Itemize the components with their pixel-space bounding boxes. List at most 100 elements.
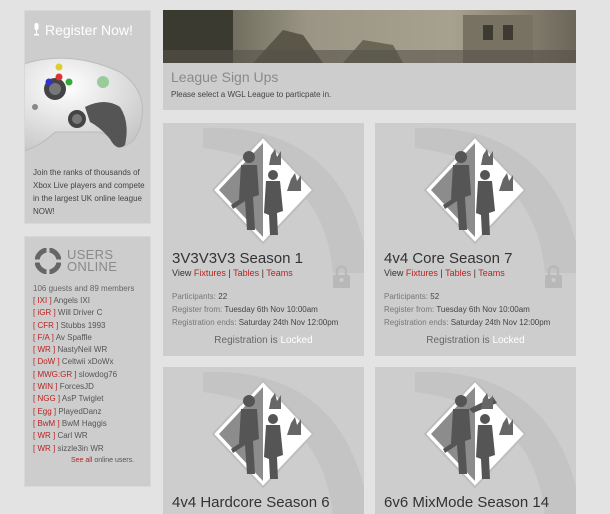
register-from-label: Register from: [384, 305, 435, 314]
participants-count: 52 [430, 292, 440, 301]
tables-link[interactable]: Tables [445, 268, 471, 278]
user-name[interactable]: Stubbs 1993 [61, 321, 106, 330]
tables-link[interactable]: Tables [233, 268, 259, 278]
status-badge: Locked [280, 335, 313, 346]
user-name[interactable]: NastyNeil WR [57, 345, 107, 354]
clan-tag: [ DoW ] [33, 357, 60, 367]
clan-tag: [ iGR ] [33, 308, 56, 318]
register-panel[interactable]: Register Now! Join the ranks of thousand… [24, 10, 151, 224]
list-item[interactable]: [ NGG ] AsP Twiglet [33, 393, 150, 405]
list-item[interactable]: [ Egg ] PlayedDanz [33, 406, 150, 418]
list-item[interactable]: [ WR ] sizzle3in WR [33, 443, 150, 455]
register-ends-row: Registration ends: Saturday 24th Nov 12:… [384, 318, 550, 327]
list-item[interactable]: [ DoW ] Celtwii xDoWx [33, 356, 150, 368]
user-name[interactable]: Will Driver C [58, 308, 102, 317]
league-emblem-image [211, 135, 315, 245]
register-from-value: Tuesday 6th Nov 10:00am [436, 305, 530, 314]
user-name[interactable]: AsP Twiglet [62, 394, 104, 403]
participants-count: 22 [218, 292, 228, 301]
league-card[interactable]: 3V3V3V3 Season 1 View Fixtures | Tables … [163, 123, 364, 356]
league-title[interactable]: 3V3V3V3 Season 1 [172, 250, 303, 267]
league-card[interactable]: 4v4 Hardcore Season 6 [163, 367, 364, 514]
lock-icon [545, 265, 562, 288]
header-banner-image [163, 10, 576, 63]
user-name[interactable]: slowdog76 [79, 370, 117, 379]
fixtures-link[interactable]: Fixtures [406, 268, 438, 278]
register-ends-value: Saturday 24th Nov 12:00pm [450, 318, 551, 327]
xbox-controller-image [25, 57, 143, 152]
participants-row: Participants: 52 [384, 292, 439, 301]
lock-icon [333, 265, 350, 288]
registration-status-label: Registration is [214, 335, 278, 346]
register-now-label: Register Now! [45, 21, 133, 38]
list-item[interactable]: [ MWG:GR ] slowdog76 [33, 369, 150, 381]
league-emblem-image [211, 379, 315, 489]
league-card[interactable]: 6v6 MixMode Season 14 [375, 367, 576, 514]
user-name[interactable]: sizzle3in WR [57, 444, 103, 453]
users-online-panel: USERS ONLINE 106 guests and 89 members [… [24, 236, 151, 487]
view-label: View [384, 268, 404, 278]
registration-status: Registration is Locked [163, 335, 364, 346]
page-subtitle: Please select a WGL League to particpate… [171, 90, 332, 99]
user-name[interactable]: Angels IXI [53, 296, 89, 305]
lifebuoy-icon [35, 248, 61, 274]
clan-tag: [ MWG:GR ] [33, 369, 77, 379]
participants-row: Participants: 22 [172, 292, 227, 301]
users-online-title: USERS ONLINE [67, 248, 118, 274]
page-title: League Sign Ups [171, 69, 279, 85]
league-links: View Fixtures | Tables | Teams [172, 268, 293, 278]
list-item[interactable]: [ F/A ] Av Spaffle [33, 332, 150, 344]
league-signups-header: League Sign Ups Please select a WGL Leag… [163, 63, 576, 110]
see-all-link[interactable]: See all [71, 457, 92, 464]
league-links: View Fixtures | Tables | Teams [384, 268, 505, 278]
clan-tag: [ WR ] [33, 345, 56, 355]
user-name[interactable]: Carl WR [57, 431, 87, 440]
left-column: Register Now! Join the ranks of thousand… [24, 10, 151, 487]
status-badge: Locked [492, 335, 525, 346]
participants-label: Participants: [384, 292, 429, 301]
list-item[interactable]: [ BwM ] BwM Haggis [33, 418, 150, 430]
clan-tag: [ CFR ] [33, 320, 59, 330]
teams-link[interactable]: Teams [266, 268, 293, 278]
users-title-line2: ONLINE [67, 259, 118, 274]
clan-tag: [ Egg ] [33, 406, 57, 416]
clan-tag: [ NGG ] [33, 394, 61, 404]
register-now-link[interactable]: Register Now! [25, 11, 150, 41]
participants-label: Participants: [172, 292, 217, 301]
list-item[interactable]: [ iGR ] Will Driver C [33, 307, 150, 319]
fixtures-link[interactable]: Fixtures [194, 268, 226, 278]
user-name[interactable]: BwM Haggis [62, 419, 107, 428]
register-from-label: Register from: [172, 305, 223, 314]
list-item[interactable]: [ WR ] NastyNeil WR [33, 344, 150, 356]
register-ends-value: Saturday 24th Nov 12:00pm [238, 318, 339, 327]
user-name[interactable]: PlayedDanz [58, 407, 101, 416]
user-name[interactable]: Celtwii xDoWx [62, 357, 114, 366]
microphone-icon [34, 23, 39, 36]
register-ends-label: Registration ends: [172, 318, 237, 327]
league-emblem-image [423, 135, 527, 245]
register-from-value: Tuesday 6th Nov 10:00am [224, 305, 318, 314]
clan-tag: [ WIN ] [33, 382, 58, 392]
register-from-row: Register from: Tuesday 6th Nov 10:00am [172, 305, 318, 314]
list-item[interactable]: [ CFR ] Stubbs 1993 [33, 320, 150, 332]
user-name[interactable]: Av Spaffle [56, 333, 92, 342]
clan-tag: [ BwM ] [33, 418, 60, 428]
see-all-suffix: online users. [92, 456, 135, 464]
list-item[interactable]: [ WIN ] ForcesJD [33, 381, 150, 393]
register-ends-label: Registration ends: [384, 318, 449, 327]
see-all-row: See all online users. [25, 455, 150, 464]
register-ends-row: Registration ends: Saturday 24th Nov 12:… [172, 318, 338, 327]
user-name[interactable]: ForcesJD [60, 382, 94, 391]
teams-link[interactable]: Teams [478, 268, 505, 278]
clan-tag: [ F/A ] [33, 332, 54, 342]
view-label: View [172, 268, 192, 278]
league-title[interactable]: 4v4 Hardcore Season 6 [172, 494, 330, 511]
users-online-header: USERS ONLINE [25, 237, 150, 277]
list-item[interactable]: [ IXI ] Angels IXI [33, 295, 150, 307]
league-title[interactable]: 6v6 MixMode Season 14 [384, 494, 549, 511]
clan-tag: [ IXI ] [33, 296, 52, 305]
user-list: [ IXI ] Angels IXI[ iGR ] Will Driver C[… [25, 293, 150, 455]
league-card[interactable]: 4v4 Core Season 7 View Fixtures | Tables… [375, 123, 576, 356]
list-item[interactable]: [ WR ] Carl WR [33, 430, 150, 442]
league-title[interactable]: 4v4 Core Season 7 [384, 250, 512, 267]
